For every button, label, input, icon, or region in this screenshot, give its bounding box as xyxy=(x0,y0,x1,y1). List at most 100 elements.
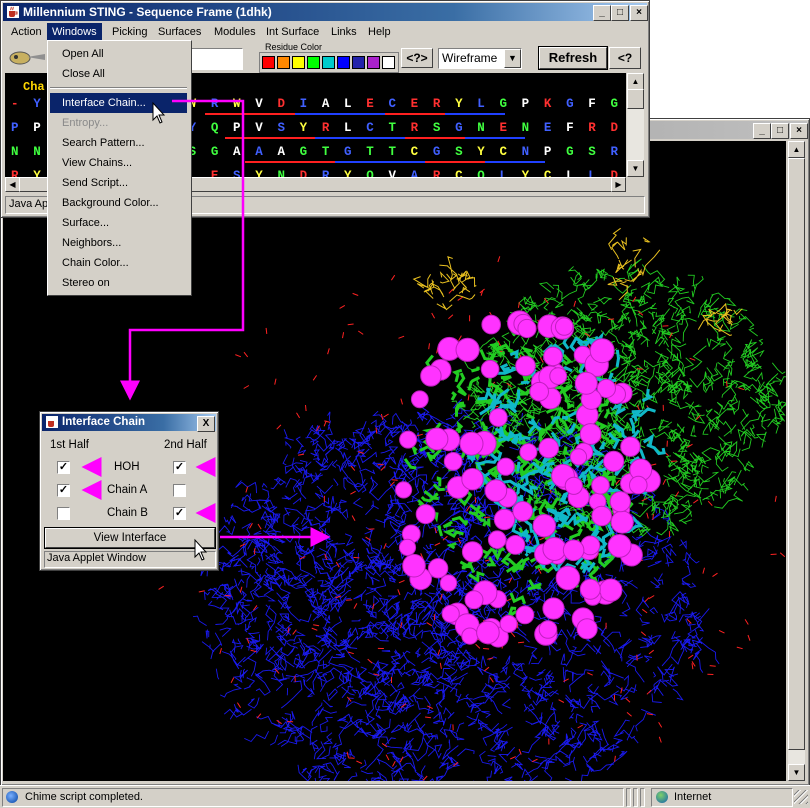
globe-icon xyxy=(656,791,668,803)
sting-titlebar: Millennium STING - Sequence Frame (1dhk) xyxy=(3,3,647,21)
refresh-button[interactable]: Refresh xyxy=(538,46,608,70)
menu-item-open-all[interactable]: Open All xyxy=(50,44,187,64)
scroll-down-arrow[interactable]: ▼ xyxy=(788,764,805,781)
col-2nd-half: 2nd Half xyxy=(164,439,207,451)
hoh-second-checkbox[interactable]: ✓ xyxy=(173,461,186,474)
menu-item-view-chains[interactable]: View Chains... xyxy=(50,153,187,173)
color-swatch[interactable] xyxy=(382,56,395,69)
resize-grip-icon[interactable] xyxy=(794,790,808,804)
scroll-thumb[interactable] xyxy=(788,158,805,750)
menu-help[interactable]: Help xyxy=(363,23,396,41)
minimize-button[interactable]: _ xyxy=(593,5,611,21)
help-button[interactable]: <?> xyxy=(401,48,433,68)
interface-atom xyxy=(410,390,429,409)
interface-atom xyxy=(576,618,598,640)
interface-atom xyxy=(542,597,565,620)
scroll-up-arrow[interactable]: ▲ xyxy=(788,141,805,158)
menu-action[interactable]: Action xyxy=(6,23,47,41)
interface-atom xyxy=(484,479,508,502)
viewer-maximize-button[interactable]: □ xyxy=(771,123,789,139)
interface-atom xyxy=(579,578,601,600)
menu-item-stereo-on[interactable]: Stereo on xyxy=(50,273,187,293)
menu-links[interactable]: Links xyxy=(326,23,362,41)
hoh-first-checkbox[interactable]: ✓ xyxy=(57,461,70,474)
interface-atom xyxy=(515,355,536,377)
interface-atom xyxy=(609,491,631,513)
interface-atom xyxy=(481,314,502,335)
dialog-title: Interface Chain xyxy=(62,416,146,428)
color-swatch[interactable] xyxy=(277,56,290,69)
interface-chain-dialog: Interface Chain X 1st Half 2nd Half ✓ HO… xyxy=(39,411,219,571)
chevron-down-icon[interactable]: ▼ xyxy=(504,49,521,68)
interface-atom xyxy=(620,436,641,457)
seq-scroll-right[interactable]: ▶ xyxy=(611,177,626,192)
interface-atom xyxy=(579,423,602,445)
color-swatch[interactable] xyxy=(352,56,365,69)
viewer-minimize-button[interactable]: _ xyxy=(753,123,771,139)
interface-atom xyxy=(441,604,460,623)
interface-atom xyxy=(464,590,484,610)
color-swatch[interactable] xyxy=(337,56,350,69)
windows-menu: Open All Close All Interface Chain... En… xyxy=(47,40,192,296)
menu-surfaces[interactable]: Surfaces xyxy=(153,23,206,41)
interface-atom xyxy=(564,476,583,495)
interface-atom xyxy=(493,508,516,531)
interface-atom xyxy=(425,427,449,451)
color-swatch[interactable] xyxy=(292,56,305,69)
interface-atom xyxy=(542,537,567,561)
status-message: Chime script completed. xyxy=(25,791,143,803)
help-button-2[interactable]: <? xyxy=(609,47,641,69)
chain-b-second-checkbox[interactable]: ✓ xyxy=(173,507,186,520)
interface-atom xyxy=(455,337,480,362)
color-swatch[interactable] xyxy=(307,56,320,69)
interface-atom xyxy=(532,514,556,538)
sequence-vscrollbar[interactable]: ▲ ▼ xyxy=(627,73,644,177)
menu-bar: Action Windows Picking Surfaces Modules … xyxy=(3,23,647,41)
chain-a-first-checkbox[interactable]: ✓ xyxy=(57,484,70,497)
menu-picking[interactable]: Picking xyxy=(107,23,152,41)
menu-item-close-all[interactable]: Close All xyxy=(50,64,187,84)
seq-scroll-down[interactable]: ▼ xyxy=(627,160,644,177)
color-swatch[interactable] xyxy=(322,56,335,69)
interface-atom xyxy=(538,437,560,459)
menu-windows[interactable]: Windows xyxy=(47,23,102,41)
seq-scroll-left[interactable]: ◀ xyxy=(5,177,20,192)
seq-scroll-up[interactable]: ▲ xyxy=(627,73,644,90)
menu-item-entropy[interactable]: Entropy... xyxy=(50,113,187,133)
menu-item-interface-chain[interactable]: Interface Chain... xyxy=(50,93,187,113)
chain-b-first-checkbox[interactable] xyxy=(57,507,70,520)
interface-atom xyxy=(476,620,500,645)
maximize-button[interactable]: □ xyxy=(611,5,629,21)
seq-scroll-thumb[interactable] xyxy=(627,89,644,109)
viewer-scrollbar[interactable]: ▲ ▼ xyxy=(788,141,805,781)
interface-atom xyxy=(629,475,648,495)
color-swatch[interactable] xyxy=(262,56,275,69)
viewer-close-button[interactable]: × xyxy=(790,123,808,139)
interface-atom xyxy=(487,530,507,550)
zone-cell: Internet xyxy=(651,788,793,807)
menu-item-background-color[interactable]: Background Color... xyxy=(50,193,187,213)
menu-item-neighbors[interactable]: Neighbors... xyxy=(50,233,187,253)
close-button[interactable]: × xyxy=(630,5,648,21)
menu-item-search-pattern[interactable]: Search Pattern... xyxy=(50,133,187,153)
row-label-hoh: HOH xyxy=(114,461,140,473)
interface-atom xyxy=(599,578,623,602)
interface-atom xyxy=(420,365,442,387)
dialog-close-button[interactable]: X xyxy=(197,416,215,432)
menu-modules[interactable]: Modules xyxy=(209,23,261,41)
interface-atom xyxy=(512,501,534,522)
dialog-status-bar: Java Applet Window xyxy=(44,551,216,568)
view-interface-button[interactable]: View Interface xyxy=(44,527,216,549)
sequence-underline xyxy=(225,137,525,139)
chain-a-second-checkbox[interactable] xyxy=(173,484,186,497)
selection-field[interactable] xyxy=(191,48,243,70)
menu-item-surface[interactable]: Surface... xyxy=(50,213,187,233)
color-swatch[interactable] xyxy=(367,56,380,69)
menu-item-chain-color[interactable]: Chain Color... xyxy=(50,253,187,273)
menu-int-surface[interactable]: Int Surface xyxy=(261,23,324,41)
render-mode-select[interactable]: Wireframe ▼ xyxy=(438,48,522,69)
menu-item-send-script[interactable]: Send Script... xyxy=(50,173,187,193)
interface-atom xyxy=(591,476,610,495)
dialog-titlebar: Interface Chain xyxy=(42,414,216,431)
interface-atom xyxy=(461,468,484,491)
